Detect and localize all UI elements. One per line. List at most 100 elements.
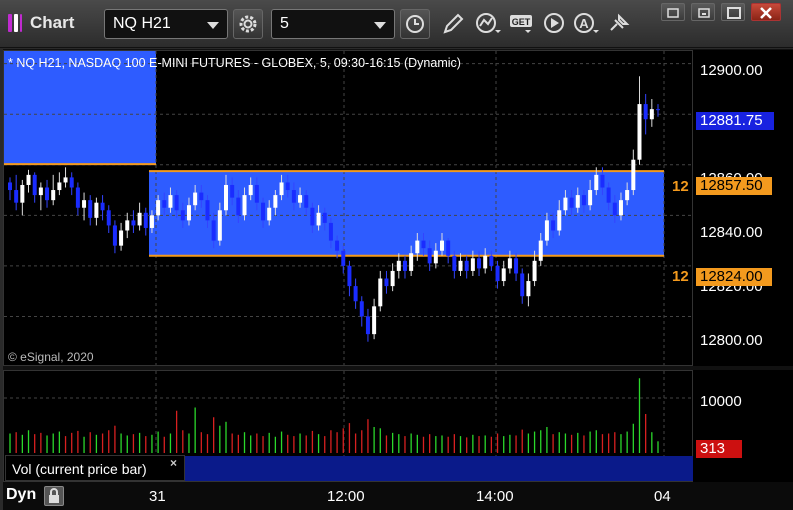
candle-body bbox=[82, 200, 87, 208]
lock-glyph bbox=[49, 488, 59, 503]
svg-text:GET: GET bbox=[512, 17, 531, 27]
pencil-icon bbox=[443, 13, 464, 34]
dynamic-mode-label[interactable]: Dyn bbox=[6, 486, 36, 504]
candle-body bbox=[335, 240, 340, 251]
time-template-button[interactable] bbox=[400, 9, 430, 39]
candle-body bbox=[248, 184, 253, 196]
candle-body bbox=[532, 260, 537, 282]
candle-body bbox=[588, 190, 593, 206]
candle-body bbox=[193, 192, 198, 206]
candle-body bbox=[575, 195, 580, 208]
candle-body bbox=[168, 195, 173, 208]
candle-body bbox=[63, 177, 68, 183]
candle-body bbox=[446, 240, 451, 256]
candle-body bbox=[137, 212, 142, 226]
candle-body bbox=[452, 255, 457, 271]
candle-body bbox=[156, 200, 161, 216]
candle-body bbox=[551, 220, 556, 231]
candle-body bbox=[8, 182, 12, 191]
candle-body bbox=[643, 104, 648, 120]
maximize-button[interactable] bbox=[721, 3, 745, 21]
candle-body bbox=[470, 258, 475, 271]
candle-body bbox=[32, 174, 37, 196]
candle-body bbox=[390, 270, 395, 287]
candle-body bbox=[328, 222, 333, 241]
link-button[interactable] bbox=[604, 9, 634, 39]
candle-body bbox=[618, 200, 623, 216]
candle-body bbox=[464, 260, 469, 271]
replay-button[interactable] bbox=[540, 9, 570, 39]
interval-value: 5 bbox=[280, 15, 289, 32]
settings-button[interactable] bbox=[233, 9, 263, 39]
candle-body bbox=[507, 258, 512, 269]
volume-tick: 10000 bbox=[700, 393, 742, 410]
candle-body bbox=[106, 210, 111, 226]
minimize-icon bbox=[698, 8, 710, 18]
lock-icon[interactable] bbox=[44, 486, 64, 506]
candle-body bbox=[359, 301, 364, 317]
close-study-icon[interactable]: × bbox=[170, 456, 177, 470]
candle-body bbox=[477, 258, 482, 269]
candle-body bbox=[378, 278, 383, 307]
price-axis[interactable] bbox=[693, 50, 793, 366]
candle-body bbox=[396, 260, 401, 271]
candle-body bbox=[186, 205, 191, 221]
studies-button[interactable] bbox=[472, 9, 502, 39]
candle-body bbox=[149, 215, 154, 228]
price-pane[interactable] bbox=[3, 50, 693, 366]
candle-body bbox=[304, 195, 309, 208]
volume-axis[interactable] bbox=[693, 370, 793, 482]
time-tick: 14:00 bbox=[476, 488, 514, 505]
candle-body bbox=[637, 104, 642, 160]
candle-body bbox=[322, 212, 327, 223]
candle-body bbox=[75, 187, 80, 208]
gear-icon bbox=[239, 15, 257, 33]
candle-body bbox=[310, 207, 315, 226]
candle-body bbox=[458, 260, 463, 271]
candle-body bbox=[341, 250, 346, 266]
chart-title: * NQ H21, NASDAQ 100 E-MINI FUTURES - GL… bbox=[8, 56, 461, 70]
alerts-button[interactable]: A bbox=[570, 9, 600, 39]
candle-body bbox=[631, 159, 636, 191]
time-axis[interactable] bbox=[3, 482, 793, 510]
chevron-down-icon[interactable] bbox=[207, 22, 219, 29]
time-tick: 12:00 bbox=[327, 488, 365, 505]
candle-body bbox=[26, 174, 31, 185]
last-price-tag: 12881.75 bbox=[696, 112, 774, 130]
candle-body bbox=[569, 197, 574, 208]
candle-body bbox=[557, 210, 562, 231]
candle-body bbox=[20, 184, 25, 203]
copyright-text: © eSignal, 2020 bbox=[8, 350, 94, 364]
candle-body bbox=[298, 195, 303, 203]
restore-icon bbox=[667, 8, 679, 18]
candle-body bbox=[267, 207, 272, 221]
candle-body bbox=[242, 195, 247, 216]
volume-study-label[interactable]: Vol (current price bar) bbox=[5, 455, 185, 481]
candle-body bbox=[180, 210, 185, 221]
candle-body bbox=[38, 187, 43, 196]
candle-body bbox=[125, 220, 130, 231]
candle-body bbox=[594, 174, 599, 191]
interval-combo[interactable]: 5 bbox=[271, 9, 395, 39]
candle-body bbox=[372, 306, 377, 335]
lower-level-tag: 12824.00 bbox=[696, 268, 772, 286]
app-title: Chart bbox=[30, 13, 75, 32]
get-data-button[interactable]: GET bbox=[506, 9, 536, 39]
candle-body bbox=[489, 255, 494, 266]
price-tick: 12840.00 bbox=[700, 224, 763, 241]
draw-tool-button[interactable] bbox=[438, 9, 468, 39]
close-button[interactable] bbox=[751, 3, 781, 21]
restore-button[interactable] bbox=[661, 3, 685, 21]
chevron-down-icon[interactable] bbox=[374, 22, 386, 29]
candle-body bbox=[625, 190, 630, 201]
clock-icon bbox=[406, 15, 424, 33]
price-tick: 12900.00 bbox=[700, 62, 763, 79]
candle-body bbox=[199, 192, 204, 201]
play-icon bbox=[544, 13, 564, 33]
price-tick: 12800.00 bbox=[700, 332, 763, 349]
candle-body bbox=[415, 240, 420, 254]
candle-body bbox=[600, 174, 605, 188]
time-tick: 31 bbox=[149, 488, 166, 505]
minimize-button[interactable] bbox=[691, 3, 715, 21]
symbol-combo[interactable]: NQ H21 bbox=[104, 9, 228, 39]
